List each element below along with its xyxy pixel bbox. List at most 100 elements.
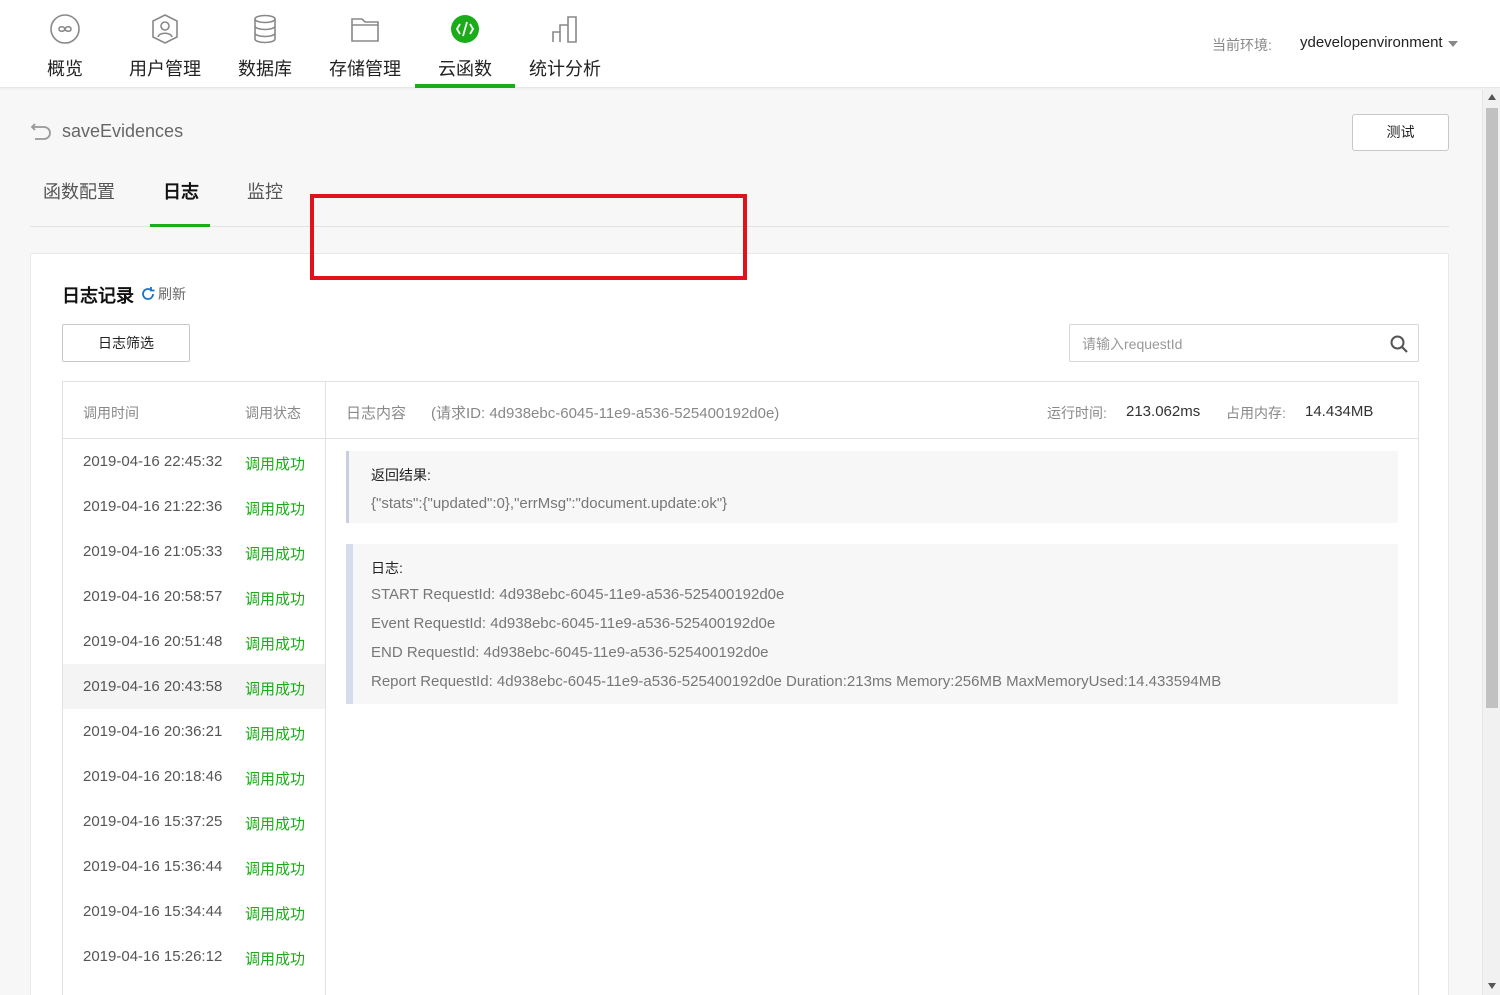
top-nav: 概览 用户管理 数据库 存储管理 云函数 统计分析 当前环境: ydevelop… — [0, 0, 1500, 88]
run-time-label: 运行时间: — [1047, 405, 1107, 421]
test-button[interactable]: 测试 — [1352, 114, 1449, 151]
nav-label: 存储管理 — [329, 59, 401, 79]
list-header: 调用时间 调用状态 — [63, 382, 325, 439]
row-status: 调用成功 — [245, 951, 306, 968]
nav-label: 数据库 — [238, 59, 292, 79]
return-result-box: 返回结果: {"stats":{"updated":0},"errMsg":"d… — [346, 451, 1398, 523]
row-status: 调用成功 — [245, 501, 306, 518]
scroll-up-arrow-icon[interactable] — [1488, 94, 1496, 100]
nav-item-database[interactable]: 数据库 — [215, 0, 315, 88]
col-status-header: 调用状态 — [245, 405, 301, 421]
active-tab-indicator — [150, 224, 210, 227]
env-selector[interactable]: ydevelopenvironment — [1300, 34, 1443, 51]
refresh-label: 刷新 — [158, 286, 186, 302]
row-status: 调用成功 — [245, 636, 306, 653]
function-name: saveEvidences — [62, 121, 184, 141]
row-time: 2019-04-16 20:36:21 — [83, 723, 223, 740]
nav-item-storage[interactable]: 存储管理 — [315, 0, 415, 88]
table-row[interactable]: 2019-04-16 15:26:12 调用成功 — [63, 934, 325, 979]
tab-label: 监控 — [247, 182, 283, 202]
request-id-search — [1069, 324, 1419, 362]
search-input[interactable] — [1082, 333, 1372, 355]
scroll-down-arrow-icon[interactable] — [1488, 983, 1496, 989]
scroll-thumb[interactable] — [1486, 108, 1498, 708]
row-status: 调用成功 — [245, 456, 306, 473]
refresh-icon — [142, 287, 155, 300]
refresh-button[interactable]: 刷新 — [140, 284, 186, 304]
log-output-box: 日志: START RequestId: 4d938ebc-6045-11e9-… — [346, 544, 1398, 704]
row-time: 2019-04-16 15:26:12 — [83, 948, 223, 965]
row-time: 2019-04-16 20:18:46 — [83, 768, 223, 785]
page-scrollbar[interactable] — [1482, 90, 1500, 995]
search-icon[interactable] — [1389, 334, 1409, 354]
tab-logs[interactable]: 日志 — [150, 160, 210, 227]
run-time-value: 213.062ms — [1126, 403, 1201, 420]
log-filter-button[interactable]: 日志筛选 — [62, 324, 190, 362]
table-row[interactable]: 2019-04-16 15:34:44 调用成功 — [63, 889, 325, 934]
row-time: 2019-04-16 20:58:57 — [83, 588, 223, 605]
infinity-icon — [50, 14, 80, 44]
tab-label: 函数配置 — [43, 182, 115, 202]
memory-label: 占用内存: — [1226, 405, 1286, 421]
log-line: Report RequestId: 4d938ebc-6045-11e9-a53… — [371, 673, 1222, 690]
row-time: 2019-04-16 21:05:33 — [83, 543, 223, 560]
folder-icon — [351, 18, 379, 42]
table-row[interactable]: 2019-04-16 20:58:57 调用成功 — [63, 574, 325, 619]
row-time: 2019-04-16 20:51:48 — [83, 633, 223, 650]
row-status: 调用成功 — [245, 726, 306, 743]
row-status: 调用成功 — [245, 906, 306, 923]
invocation-list[interactable]: 调用时间 调用状态 2019-04-16 22:45:32 调用成功 2019-04… — [63, 382, 326, 995]
row-status: 调用成功 — [245, 591, 306, 608]
nav-label: 用户管理 — [129, 59, 201, 79]
result-title: 返回结果: — [371, 467, 431, 483]
user-icon — [152, 14, 178, 44]
request-id-text: (请求ID: 4d938ebc-6045-11e9-a536-525400192… — [431, 405, 780, 422]
table-row[interactable]: 2019-04-16 21:05:33 调用成功 — [63, 529, 325, 574]
cloud-function-icon — [451, 15, 479, 43]
row-time: 2019-04-16 20:43:58 — [83, 678, 223, 695]
database-icon — [254, 14, 276, 44]
nav-item-overview[interactable]: 概览 — [15, 0, 115, 88]
row-time: 2019-04-16 15:37:25 — [83, 813, 223, 830]
nav-item-cloud-function[interactable]: 云函数 — [415, 0, 515, 88]
log-line: START RequestId: 4d938ebc-6045-11e9-a536… — [371, 586, 785, 603]
row-status: 调用成功 — [245, 861, 306, 878]
table-row[interactable]: 2019-04-16 15:37:25 调用成功 — [63, 799, 325, 844]
detail-header: 日志内容 (请求ID: 4d938ebc-6045-11e9-a536-5254… — [326, 382, 1419, 439]
table-row[interactable]: 2019-04-16 20:36:21 调用成功 — [63, 709, 325, 754]
log-title: 日志: — [371, 560, 403, 576]
chart-icon — [552, 16, 577, 43]
table-row[interactable]: 2019-04-16 20:18:46 调用成功 — [63, 754, 325, 799]
row-time: 2019-04-16 15:34:44 — [83, 903, 223, 920]
table-row[interactable]: 2019-04-16 20:51:48 调用成功 — [63, 619, 325, 664]
tab-function-config[interactable]: 函数配置 — [43, 160, 119, 226]
tab-label: 日志 — [163, 182, 199, 202]
row-time: 2019-04-16 21:22:36 — [83, 498, 223, 515]
table-row[interactable]: 2019-04-16 15:36:44 调用成功 — [63, 844, 325, 889]
log-line: Event RequestId: 4d938ebc-6045-11e9-a536… — [371, 615, 776, 632]
tab-monitor[interactable]: 监控 — [247, 160, 287, 226]
nav-item-analytics[interactable]: 统计分析 — [515, 0, 615, 88]
row-time: 2019-04-16 15:36:44 — [83, 858, 223, 875]
nav-item-users[interactable]: 用户管理 — [115, 0, 215, 88]
row-status: 调用成功 — [245, 546, 306, 563]
log-panel: 日志记录 刷新 日志筛选 调用时间 调用状态 2019-04-16 22:45:… — [30, 253, 1449, 995]
table-row[interactable]: 2019-04-16 22:45:32 调用成功 — [63, 439, 325, 484]
row-status: 调用成功 — [245, 816, 306, 833]
log-line: END RequestId: 4d938ebc-6045-11e9-a536-5… — [371, 644, 769, 661]
log-content-label: 日志内容 — [346, 405, 407, 422]
back-icon[interactable] — [30, 121, 52, 141]
row-status: 调用成功 — [245, 681, 306, 698]
chevron-down-icon[interactable] — [1448, 41, 1458, 47]
table-row[interactable]: 2019-04-16 20:43:58 调用成功 — [63, 664, 325, 709]
row-time: 2019-04-16 22:45:32 — [83, 453, 223, 470]
result-value: {"stats":{"updated":0},"errMsg":"documen… — [371, 495, 728, 512]
memory-value: 14.434MB — [1305, 403, 1374, 420]
active-nav-indicator — [415, 84, 515, 88]
nav-label: 统计分析 — [529, 59, 601, 79]
table-row[interactable]: 2019-04-16 21:22:36 调用成功 — [63, 484, 325, 529]
log-table: 调用时间 调用状态 2019-04-16 22:45:32 调用成功 2019-04… — [62, 381, 1419, 995]
nav-label: 概览 — [47, 59, 83, 79]
function-tabs: 函数配置 日志 监控 — [30, 160, 1449, 227]
col-time-header: 调用时间 — [83, 405, 139, 421]
